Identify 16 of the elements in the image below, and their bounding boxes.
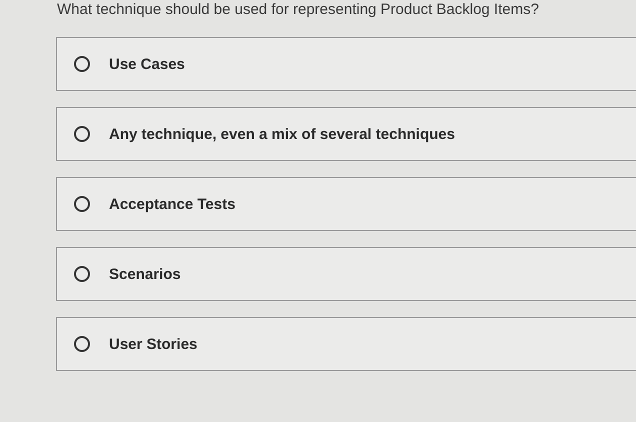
answer-option[interactable]: User Stories <box>56 317 636 371</box>
radio-button[interactable] <box>74 196 90 212</box>
radio-button[interactable] <box>74 336 90 352</box>
option-label: Scenarios <box>109 266 181 282</box>
option-label: User Stories <box>109 336 198 352</box>
radio-button[interactable] <box>74 56 90 72</box>
question-text: What technique should be used for representing Product Backlog Items? <box>56 0 540 19</box>
option-label: Acceptance Tests <box>109 196 236 212</box>
option-label: Use Cases <box>109 56 185 72</box>
answer-option[interactable]: Any technique, even a mix of several techniques <box>56 107 636 161</box>
answer-option[interactable]: Scenarios <box>56 247 636 301</box>
option-label: Any technique, even a mix of several techniques <box>109 126 455 142</box>
radio-button[interactable] <box>74 266 90 282</box>
answer-option[interactable]: Acceptance Tests <box>56 177 636 231</box>
answer-option[interactable]: Use Cases <box>56 37 636 91</box>
radio-button[interactable] <box>74 126 90 142</box>
